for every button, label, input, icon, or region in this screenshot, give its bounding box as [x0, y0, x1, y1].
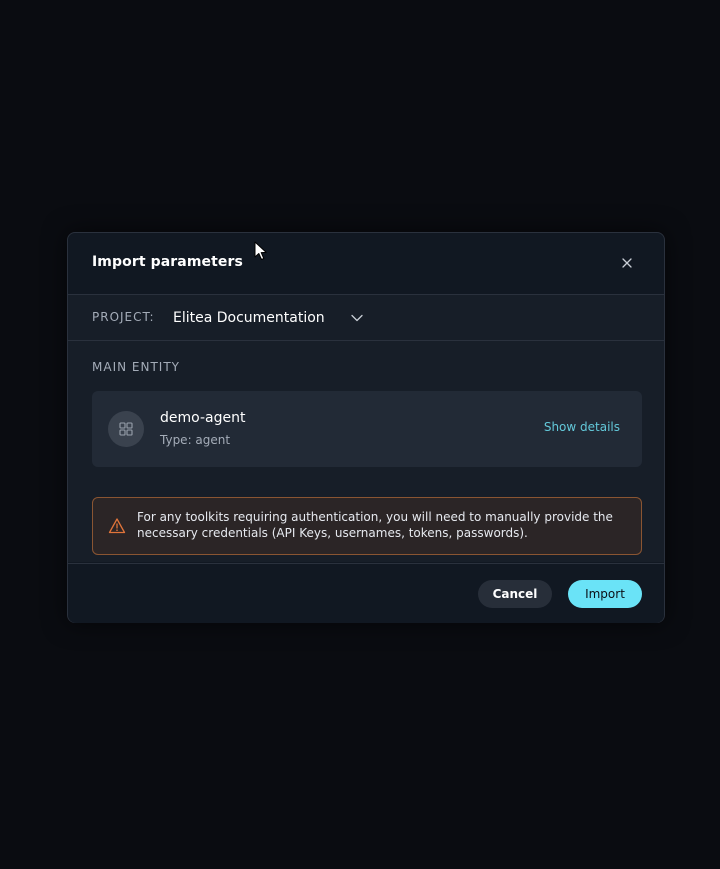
- import-button[interactable]: Import: [568, 580, 642, 608]
- entity-card: demo-agent Type: agent Show details: [92, 391, 642, 467]
- warning-triangle-icon: [108, 518, 126, 534]
- credentials-warning: For any toolkits requiring authenticatio…: [92, 497, 642, 555]
- dialog-header: Import parameters: [68, 233, 664, 295]
- main-entity-label: MAIN ENTITY: [92, 360, 180, 374]
- grid-icon: [119, 422, 133, 436]
- close-button[interactable]: [614, 250, 640, 276]
- cancel-button[interactable]: Cancel: [478, 580, 552, 608]
- entity-name: demo-agent: [160, 410, 246, 426]
- entity-avatar: [108, 411, 144, 447]
- import-parameters-dialog: Import parameters PROJECT: Elitea Docume…: [67, 232, 665, 623]
- dialog-title: Import parameters: [92, 254, 243, 270]
- dialog-footer: Cancel Import: [68, 563, 664, 623]
- show-details-link[interactable]: Show details: [544, 420, 620, 434]
- close-icon: [622, 258, 632, 268]
- warning-text: For any toolkits requiring authenticatio…: [137, 510, 613, 540]
- project-select[interactable]: Elitea Documentation: [166, 303, 369, 332]
- entity-type: Type: agent: [160, 433, 231, 447]
- project-label: PROJECT:: [92, 310, 155, 324]
- project-row: PROJECT: Elitea Documentation: [68, 295, 664, 341]
- mouse-cursor-icon: [254, 241, 267, 260]
- dialog-body: MAIN ENTITY demo-agent Type: agent Show …: [68, 341, 664, 562]
- chevron-down-icon: [351, 314, 363, 321]
- project-selected-value: Elitea Documentation: [173, 309, 325, 326]
